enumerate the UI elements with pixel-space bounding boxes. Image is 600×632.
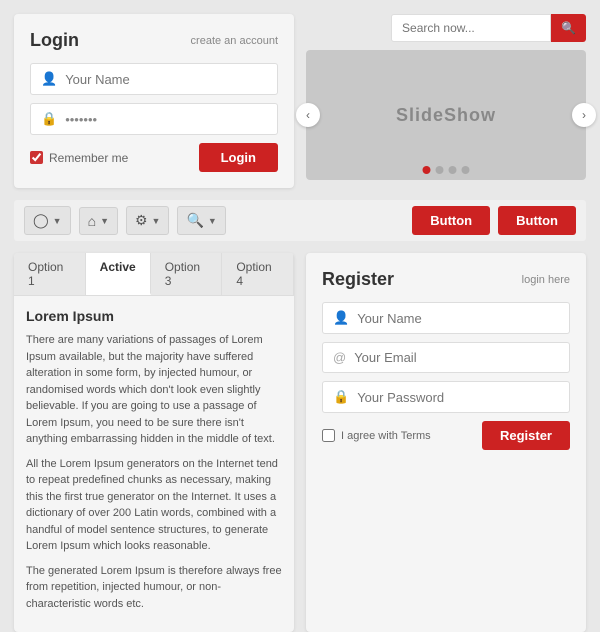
nav-home[interactable]: ⌂ ▼: [79, 207, 118, 235]
slide-prev-button[interactable]: ‹: [296, 103, 320, 127]
register-password-group: 🔒: [322, 381, 570, 413]
dot-2[interactable]: [436, 166, 444, 174]
nav-home-icon: ⌂: [88, 213, 96, 229]
nav-search-icon: 🔍: [186, 212, 203, 229]
tabs-content: Option 1 Active Option 3 Option 4 Lorem …: [14, 253, 294, 632]
login-title: Login: [30, 30, 79, 51]
tab-option3[interactable]: Option 3: [151, 253, 223, 295]
tab-body: Lorem Ipsum There are many variations of…: [14, 296, 294, 632]
slideshow-label: SlideShow: [396, 105, 496, 126]
nav-settings[interactable]: ⚙ ▼: [126, 206, 169, 235]
lock-icon: 🔒: [41, 111, 57, 127]
nav-gear-icon: ⚙: [135, 212, 148, 229]
tabs-row: Option 1 Active Option 3 Option 4: [14, 253, 294, 296]
register-email-input[interactable]: [354, 350, 559, 365]
content-paragraph-2: All the Lorem Ipsum generators on the In…: [26, 456, 282, 555]
register-lock-icon: 🔒: [333, 389, 349, 405]
register-user-icon: 👤: [333, 310, 349, 326]
register-panel: Register login here 👤 @ 🔒 I agree with T…: [306, 253, 586, 632]
search-input[interactable]: [402, 21, 540, 35]
bottom-row: Option 1 Active Option 3 Option 4 Lorem …: [14, 253, 586, 632]
slideshow: ‹ SlideShow ›: [306, 50, 586, 180]
remember-me-text: Remember me: [49, 151, 128, 165]
register-email-group: @: [322, 342, 570, 373]
login-panel: Login create an account 👤 🔒 Remember me …: [14, 14, 294, 188]
nav-search-arrow: ▼: [208, 216, 217, 226]
nav-user[interactable]: ◯ ▼: [24, 206, 71, 235]
dot-1[interactable]: [423, 166, 431, 174]
register-name-input[interactable]: [357, 311, 559, 326]
register-footer: I agree with Terms Register: [322, 421, 570, 450]
login-footer: Remember me Login: [30, 143, 278, 172]
login-here-link[interactable]: login here: [522, 274, 570, 286]
nav-settings-arrow: ▼: [152, 216, 161, 226]
tab-option1[interactable]: Option 1: [14, 253, 86, 295]
remember-me-checkbox[interactable]: [30, 151, 43, 164]
register-password-input[interactable]: [357, 390, 559, 405]
search-button[interactable]: 🔍: [551, 14, 586, 42]
nav-search[interactable]: 🔍 ▼: [177, 206, 225, 235]
agree-terms-checkbox[interactable]: [322, 429, 335, 442]
register-name-group: 👤: [322, 302, 570, 334]
content-paragraph-1: There are many variations of passages of…: [26, 332, 282, 448]
slide-dots: [423, 166, 470, 174]
user-icon: 👤: [41, 71, 57, 87]
login-header: Login create an account: [30, 30, 278, 51]
right-top-section: 🔍 ‹ SlideShow ›: [306, 14, 586, 188]
tab-active[interactable]: Active: [86, 253, 151, 295]
remember-me-label[interactable]: Remember me: [30, 151, 128, 165]
password-input-group: 🔒: [30, 103, 278, 135]
create-account-link[interactable]: create an account: [191, 35, 278, 47]
name-input[interactable]: [65, 72, 267, 87]
password-input[interactable]: [65, 112, 267, 127]
content-title: Lorem Ipsum: [26, 308, 282, 324]
register-header: Register login here: [322, 269, 570, 290]
search-bar: 🔍: [306, 14, 586, 42]
nav-home-arrow: ▼: [100, 216, 109, 226]
nav-user-icon: ◯: [33, 212, 49, 229]
dot-3[interactable]: [449, 166, 457, 174]
nav-bar: ◯ ▼ ⌂ ▼ ⚙ ▼ 🔍 ▼ Button Button: [14, 200, 586, 241]
login-button[interactable]: Login: [199, 143, 278, 172]
register-title: Register: [322, 269, 394, 290]
register-button[interactable]: Register: [482, 421, 570, 450]
name-input-group: 👤: [30, 63, 278, 95]
tab-option4[interactable]: Option 4: [222, 253, 294, 295]
action-button-2[interactable]: Button: [498, 206, 576, 235]
search-input-wrap: [391, 14, 551, 42]
agree-terms-label[interactable]: I agree with Terms: [322, 429, 431, 442]
register-email-icon: @: [333, 350, 346, 365]
action-buttons: Button Button: [412, 206, 576, 235]
slide-next-button[interactable]: ›: [572, 103, 596, 127]
action-button-1[interactable]: Button: [412, 206, 490, 235]
content-paragraph-3: The generated Lorem Ipsum is therefore a…: [26, 563, 282, 613]
agree-terms-text: I agree with Terms: [341, 430, 431, 442]
nav-user-arrow: ▼: [53, 216, 62, 226]
dot-4[interactable]: [462, 166, 470, 174]
